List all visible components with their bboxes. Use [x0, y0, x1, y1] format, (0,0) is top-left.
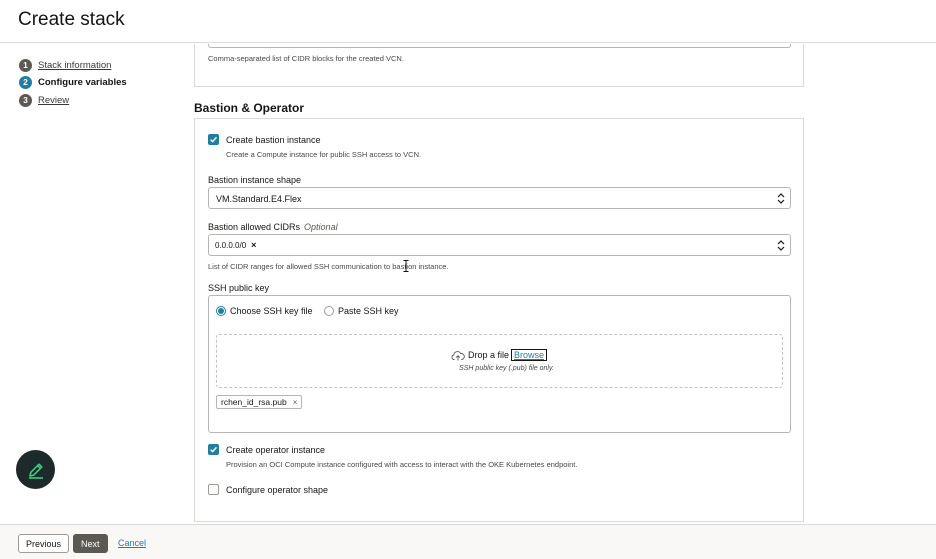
drop-main: Drop a file Browse	[451, 349, 548, 361]
page-title: Create stack	[18, 9, 125, 30]
ssh-key-label: SSH public key	[208, 283, 270, 293]
step-number: 1	[19, 58, 32, 72]
create-bastion-checkbox[interactable]	[208, 134, 219, 145]
close-icon[interactable]: ×	[293, 398, 298, 407]
cloud-upload-icon	[451, 350, 465, 360]
step-review[interactable]: 3 Review	[19, 93, 69, 107]
form-content[interactable]: Comma-separated list of CIDR blocks for …	[194, 44, 804, 524]
check-icon	[210, 136, 218, 143]
wizard-footer: Previous Next Cancel	[0, 524, 936, 559]
file-name: rchen_id_rsa.pub	[221, 397, 287, 407]
pencil-icon	[28, 462, 43, 479]
step-label[interactable]: Stack information	[38, 60, 111, 71]
file-chip: rchen_id_rsa.pub ×	[216, 395, 303, 409]
browse-link[interactable]: Browse	[511, 349, 548, 361]
create-operator-help: Provision an OCI Compute instance config…	[226, 460, 578, 469]
edit-fab-button[interactable]	[16, 450, 55, 489]
vcn-cidr-card: Comma-separated list of CIDR blocks for …	[194, 44, 804, 87]
operator-shape-label: Configure operator shape	[226, 484, 329, 495]
bastion-cidrs-label: Bastion allowed CIDRs Optional	[208, 222, 338, 232]
step-label[interactable]: Review	[38, 95, 69, 106]
vcn-cidr-help: Comma-separated list of CIDR blocks for …	[208, 54, 404, 63]
create-operator-row[interactable]: Create operator instance	[208, 444, 325, 455]
step-label: Configure variables	[38, 76, 127, 88]
previous-button[interactable]: Previous	[18, 534, 70, 553]
radio-paste-key-button[interactable]	[324, 306, 334, 316]
bastion-cidrs-input[interactable]: 0.0.0.0/0 ×	[208, 234, 791, 256]
check-icon	[210, 446, 218, 453]
radio-paste-key[interactable]: Paste SSH key	[324, 306, 399, 316]
bastion-shape-label: Bastion instance shape	[208, 175, 302, 185]
create-bastion-help: Create a Compute instance for public SSH…	[226, 150, 422, 159]
step-number: 2	[19, 75, 32, 89]
optional-tag: Optional	[304, 222, 338, 232]
step-stack-information[interactable]: 1 Stack information	[19, 58, 111, 72]
bastion-operator-card: Create bastion instance Create a Compute…	[194, 118, 804, 522]
vcn-cidr-input[interactable]	[208, 44, 791, 48]
step-configure-variables: 2 Configure variables	[19, 75, 127, 89]
radio-choose-file-button[interactable]	[216, 306, 226, 316]
close-icon[interactable]: ×	[251, 240, 256, 250]
ssh-key-box: Choose SSH key file Paste SSH key Drop a…	[208, 295, 791, 433]
radio-paste-key-label: Paste SSH key	[338, 306, 399, 316]
operator-shape-checkbox[interactable]	[208, 484, 219, 495]
next-button[interactable]: Next	[73, 534, 108, 553]
step-number: 3	[19, 93, 32, 107]
create-operator-label: Create operator instance	[226, 444, 326, 455]
bastion-cidrs-label-text: Bastion allowed CIDRs	[208, 222, 301, 232]
create-bastion-row[interactable]: Create bastion instance	[208, 134, 321, 145]
radio-choose-file-label: Choose SSH key file	[230, 306, 313, 316]
drop-help: SSH public key (.pub) file only.	[459, 365, 554, 372]
create-operator-checkbox[interactable]	[208, 444, 219, 455]
chevron-up-down-icon	[777, 193, 785, 204]
radio-choose-file[interactable]: Choose SSH key file	[216, 306, 313, 316]
drop-text: Drop a file	[468, 350, 510, 360]
bastion-shape-value: VM.Standard.E4.Flex	[216, 194, 302, 204]
cidr-chip-text: 0.0.0.0/0	[215, 240, 247, 250]
text-cursor-icon	[403, 260, 409, 272]
cancel-link[interactable]: Cancel	[118, 538, 146, 548]
page-header: Create stack	[0, 0, 936, 43]
create-bastion-label: Create bastion instance	[226, 134, 321, 145]
cidr-chip: 0.0.0.0/0 ×	[215, 240, 256, 250]
section-title: Bastion & Operator	[194, 101, 305, 115]
file-dropzone[interactable]: Drop a file Browse SSH public key (.pub)…	[216, 334, 783, 388]
chevron-up-down-icon	[777, 240, 785, 251]
bastion-cidrs-help: List of CIDR ranges for allowed SSH comm…	[208, 262, 449, 271]
operator-shape-row[interactable]: Configure operator shape	[208, 484, 328, 495]
bastion-shape-select[interactable]: VM.Standard.E4.Flex	[208, 187, 791, 209]
